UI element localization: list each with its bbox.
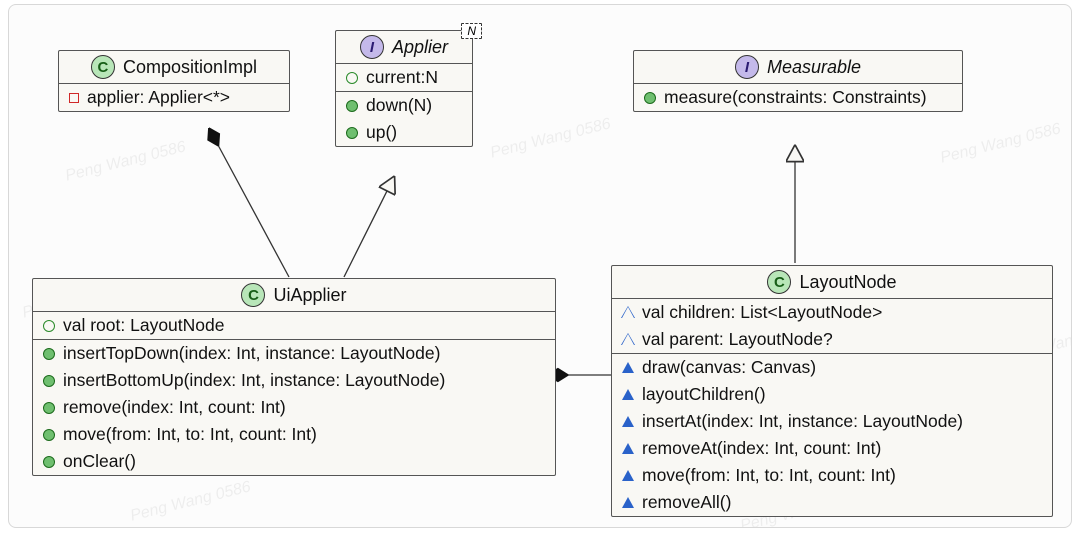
member-text: removeAll() [642,492,731,513]
visibility-icon [622,307,634,318]
member-text: measure(constraints: Constraints) [664,87,927,108]
interface-applier: N I Applier current:N down(N) up() [335,30,473,147]
member-text: removeAt(index: Int, count: Int) [642,438,881,459]
member-text: applier: Applier<*> [87,87,230,108]
watermark: Peng Wang 0586 [129,478,253,525]
class-title: C LayoutNode [612,266,1052,298]
class-operation: down(N) [336,92,472,119]
interface-stereotype-icon: I [360,35,384,59]
visibility-icon [622,470,634,481]
class-operation: removeAll() [612,489,1052,516]
member-text: current:N [366,67,438,88]
member-text: draw(canvas: Canvas) [642,357,816,378]
class-operation: onClear() [33,448,555,475]
class-operation: draw(canvas: Canvas) [612,354,1052,381]
diagram-canvas: Peng Wang 0586 Peng Wang 0586 Peng Wang … [8,4,1072,528]
class-title: C CompositionImpl [59,51,289,83]
visibility-icon [622,416,634,427]
member-text: val parent: LayoutNode? [642,329,833,350]
member-text: move(from: Int, to: Int, count: Int) [642,465,896,486]
visibility-icon [622,497,634,508]
interface-measurable: I Measurable measure(constraints: Constr… [633,50,963,112]
class-operation: removeAt(index: Int, count: Int) [612,435,1052,462]
watermark: Peng Wang 0586 [489,115,613,162]
member-text: val children: List<LayoutNode> [642,302,882,323]
member-text: up() [366,122,397,143]
class-name: CompositionImpl [123,57,257,78]
visibility-icon [43,456,55,468]
class-operation: insertTopDown(index: Int, instance: Layo… [33,340,555,367]
class-ui-applier: C UiApplier val root: LayoutNode insertT… [32,278,556,476]
member-text: val root: LayoutNode [63,315,225,336]
class-operation: insertBottomUp(index: Int, instance: Lay… [33,367,555,394]
class-operation: remove(index: Int, count: Int) [33,394,555,421]
class-layout-node: C LayoutNode val children: List<LayoutNo… [611,265,1053,517]
class-composition-impl: C CompositionImpl applier: Applier<*> [58,50,290,112]
visibility-icon [644,92,656,104]
visibility-icon [43,429,55,441]
interface-stereotype-icon: I [735,55,759,79]
visibility-icon [43,402,55,414]
member-text: remove(index: Int, count: Int) [63,397,286,418]
member-text: insertBottomUp(index: Int, instance: Lay… [63,370,445,391]
class-name: LayoutNode [799,272,896,293]
class-operation: measure(constraints: Constraints) [634,84,962,111]
visibility-icon [43,348,55,360]
class-name: Applier [392,37,448,58]
visibility-icon [43,320,55,332]
watermark: Peng Wang 0586 [64,138,188,185]
class-attribute: val children: List<LayoutNode> [612,299,1052,326]
class-title: C UiApplier [33,279,555,311]
class-name: Measurable [767,57,861,78]
class-attribute: val root: LayoutNode [33,312,555,339]
class-stereotype-icon: C [91,55,115,79]
member-text: onClear() [63,451,136,472]
class-name: UiApplier [273,285,346,306]
template-param: N [461,23,482,39]
visibility-icon [69,93,79,103]
class-stereotype-icon: C [241,283,265,307]
class-title: I Applier [336,31,472,63]
watermark: Peng Wang 0586 [939,120,1063,167]
visibility-icon [622,389,634,400]
class-stereotype-icon: C [767,270,791,294]
class-operation: layoutChildren() [612,381,1052,408]
member-text: layoutChildren() [642,384,766,405]
member-text: insertAt(index: Int, instance: LayoutNod… [642,411,963,432]
visibility-icon [622,443,634,454]
class-attribute: current:N [336,64,472,91]
class-operation: up() [336,119,472,146]
visibility-icon [346,72,358,84]
class-operation: move(from: Int, to: Int, count: Int) [612,462,1052,489]
class-title: I Measurable [634,51,962,83]
class-operation: insertAt(index: Int, instance: LayoutNod… [612,408,1052,435]
class-attribute: val parent: LayoutNode? [612,326,1052,353]
class-operation: move(from: Int, to: Int, count: Int) [33,421,555,448]
member-text: move(from: Int, to: Int, count: Int) [63,424,317,445]
visibility-icon [43,375,55,387]
visibility-icon [622,362,634,373]
visibility-icon [346,127,358,139]
member-text: insertTopDown(index: Int, instance: Layo… [63,343,440,364]
visibility-icon [346,100,358,112]
member-text: down(N) [366,95,432,116]
visibility-icon [622,334,634,345]
class-attribute: applier: Applier<*> [59,84,289,111]
